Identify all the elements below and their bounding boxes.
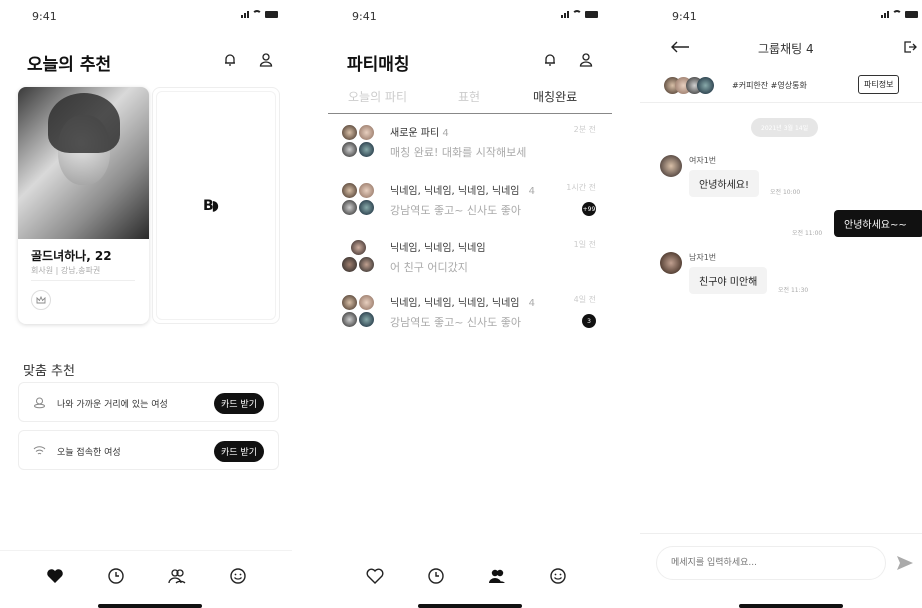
chat-last-message: 강남역도 좋고~ 신사도 좋아 <box>390 204 522 217</box>
unread-badge: 3 <box>582 314 596 328</box>
message-time: 오전 10:00 <box>770 189 801 196</box>
member-avatars <box>664 74 724 96</box>
battery-icon <box>585 10 598 18</box>
group-chat-screen: 9:41 그룹채팅 4 #커피한잔 #영상통화 파티정보 2021년 3월 14… <box>640 0 922 608</box>
rec-label: 나와 가까운 거리에 있는 여성 <box>57 400 168 410</box>
chat-time: 1일 전 <box>573 240 596 249</box>
home-indicator <box>739 604 843 608</box>
chat-name: 닉네임, 닉네임, 닉네임, 닉네임 4 <box>390 186 536 197</box>
tab-express[interactable]: 표현 <box>458 88 480 105</box>
wifi-icon <box>892 10 902 18</box>
profile-photo <box>18 87 149 239</box>
bell-icon[interactable] <box>222 52 238 68</box>
sender-name: 여자1번 <box>689 156 717 165</box>
heart-icon[interactable] <box>45 566 65 586</box>
page-title: 파티매칭 <box>347 55 410 75</box>
chat-list-item[interactable]: 닉네임, 닉네임, 닉네임, 닉네임 4 4일 전 강남역도 좋고~ 신사도 좋… <box>320 290 612 340</box>
chat-last-message: 매칭 완료! 대화를 시작해보세 <box>390 146 527 159</box>
party-matching-screen: 9:41 파티매칭 오늘의 파티 표현 매칭완료 새로운 파티 4 2분 전 매… <box>320 0 612 608</box>
group-avatar <box>342 295 376 329</box>
party-info-button[interactable]: 파티정보 <box>858 75 900 94</box>
heart-icon[interactable] <box>365 566 385 586</box>
location-icon <box>34 397 45 409</box>
date-divider: 2021년 3월 14일 <box>751 118 819 137</box>
unread-badge: +99 <box>582 202 596 216</box>
signal-icon <box>561 10 569 18</box>
user-icon[interactable] <box>578 52 594 68</box>
bell-icon[interactable] <box>542 52 558 68</box>
status-time: 9:41 <box>352 10 377 23</box>
chat-time: 2분 전 <box>573 125 596 134</box>
tab-today-party[interactable]: 오늘의 파티 <box>348 88 407 105</box>
group-avatar <box>342 183 376 217</box>
avatar[interactable] <box>660 252 682 274</box>
home-indicator <box>98 604 202 608</box>
smile-icon[interactable] <box>228 566 248 586</box>
rec-item-nearby[interactable]: 나와 가까운 거리에 있는 여성 카드 받기 <box>18 382 279 422</box>
chat-name: 새로운 파티 4 <box>390 128 449 139</box>
wifi-icon <box>252 10 262 18</box>
tab-bar <box>0 566 292 586</box>
wifi-icon <box>33 446 46 455</box>
status-icons <box>881 10 918 18</box>
chat-title: 그룹채팅 4 <box>758 42 814 56</box>
next-profile-card[interactable]: B◗ <box>152 87 280 324</box>
chat-time: 1시간 전 <box>566 183 596 192</box>
user-icon[interactable] <box>258 52 274 68</box>
status-time: 9:41 <box>32 10 57 23</box>
exit-icon[interactable] <box>903 40 917 54</box>
message-bubble: 친구야 미안해 <box>689 267 768 294</box>
chat-list-item[interactable]: 닉네임, 닉네임, 닉네임, 닉네임 4 1시간 전 강남역도 좋고~ 신사도 … <box>320 178 612 228</box>
clock-icon[interactable] <box>106 566 126 586</box>
rec-label: 오늘 접속한 여성 <box>57 448 121 458</box>
logo: B◗ <box>203 198 219 214</box>
sender-name: 남자1번 <box>689 253 717 262</box>
crown-button[interactable] <box>31 290 51 310</box>
rec-item-online[interactable]: 오늘 접속한 여성 카드 받기 <box>18 430 279 470</box>
chat-time: 4일 전 <box>573 295 596 304</box>
send-icon[interactable] <box>896 554 914 572</box>
chat-list-item[interactable]: 닉네임, 닉네임, 닉네임 1일 전 어 친구 어디갔지 <box>320 235 612 285</box>
party-tags: #커피한잔 #영상통화 <box>732 81 807 90</box>
status-icons <box>241 10 278 18</box>
chat-name: 닉네임, 닉네임, 닉네임 <box>390 243 486 254</box>
battery-icon <box>905 10 918 18</box>
chat-list-item[interactable]: 새로운 파티 4 2분 전 매칭 완료! 대화를 시작해보세 <box>320 120 612 170</box>
clock-icon[interactable] <box>426 566 446 586</box>
status-time: 9:41 <box>672 10 697 23</box>
tab-bar <box>320 566 612 586</box>
people-icon[interactable] <box>487 566 507 586</box>
tab-matched[interactable]: 매칭완료 <box>533 88 577 105</box>
message-bubble: 안녕하세요! <box>689 170 760 197</box>
custom-rec-title: 맞춤 추천 <box>23 364 75 379</box>
signal-icon <box>881 10 889 18</box>
message-input[interactable] <box>656 546 886 580</box>
signal-icon <box>241 10 249 18</box>
group-avatar <box>342 240 376 274</box>
battery-icon <box>265 10 278 18</box>
get-card-button[interactable]: 카드 받기 <box>214 441 264 462</box>
status-icons <box>561 10 598 18</box>
profile-card[interactable]: 골드녀하나, 22 회사원 | 강남,송파권 <box>18 87 149 324</box>
message-time: 오전 11:00 <box>792 230 823 237</box>
smile-icon[interactable] <box>548 566 568 586</box>
get-card-button[interactable]: 카드 받기 <box>214 393 264 414</box>
recommend-screen: 9:41 오늘의 추천 골드녀하나, 22 회사원 | 강남,송파권 B◗ 맞춤… <box>0 0 292 608</box>
chat-last-message: 어 친구 어디갔지 <box>390 261 468 274</box>
group-avatar <box>342 125 376 159</box>
avatar[interactable] <box>660 155 682 177</box>
message-bubble: 안녕하세요~~ <box>834 210 922 237</box>
profile-detail: 회사원 | 강남,송파권 <box>31 266 101 275</box>
profile-name: 골드녀하나, 22 <box>31 249 112 263</box>
back-arrow-icon[interactable] <box>670 40 690 54</box>
page-title: 오늘의 추천 <box>27 55 112 75</box>
message-time: 오전 11:30 <box>778 287 809 294</box>
crown-icon <box>36 295 46 303</box>
chat-name: 닉네임, 닉네임, 닉네임, 닉네임 4 <box>390 298 536 309</box>
wifi-icon <box>572 10 582 18</box>
chat-last-message: 강남역도 좋고~ 신사도 좋아 <box>390 316 522 329</box>
people-icon[interactable] <box>167 566 187 586</box>
home-indicator <box>418 604 522 608</box>
